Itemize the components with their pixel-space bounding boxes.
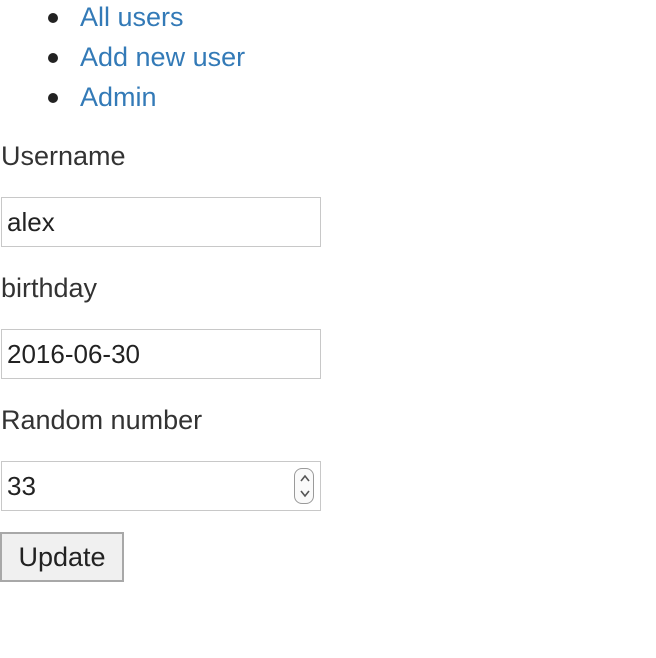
add-new-user-link[interactable]: Add new user xyxy=(80,40,245,74)
bullet-icon xyxy=(48,93,58,103)
random-number-label: Random number xyxy=(1,405,203,435)
random-number-value: 33 xyxy=(7,471,36,501)
admin-link[interactable]: Admin xyxy=(80,80,157,114)
username-value: alex xyxy=(7,207,55,237)
chevron-up-icon[interactable] xyxy=(299,471,311,485)
bullet-icon xyxy=(48,13,58,23)
username-input[interactable]: alex xyxy=(1,197,321,247)
chevron-down-icon[interactable] xyxy=(299,487,311,501)
number-stepper[interactable] xyxy=(294,468,314,504)
all-users-link[interactable]: All users xyxy=(80,0,184,34)
username-label: Username xyxy=(1,141,126,171)
birthday-value: 2016-06-30 xyxy=(7,339,140,369)
update-button[interactable]: Update xyxy=(0,532,124,582)
birthday-label: birthday xyxy=(1,273,98,303)
bullet-icon xyxy=(48,53,58,63)
random-number-input[interactable]: 33 xyxy=(1,461,321,511)
birthday-input[interactable]: 2016-06-30 xyxy=(1,329,321,379)
